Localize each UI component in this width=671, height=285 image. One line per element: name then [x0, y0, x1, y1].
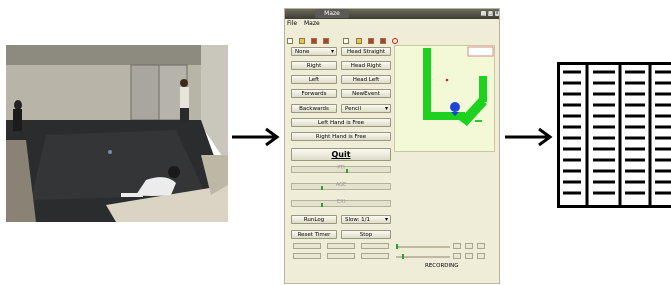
minimize-icon[interactable]: _: [481, 11, 486, 16]
maze-app-window: Maze _ □ x File Maze None Head Straight …: [284, 8, 500, 284]
menu-file[interactable]: File: [287, 20, 297, 27]
maze-drawing: [423, 46, 494, 126]
playback-slider[interactable]: [396, 254, 450, 259]
menubar: File Maze: [287, 20, 325, 28]
maze-wall: [423, 74, 431, 118]
new-file-icon[interactable]: [343, 38, 350, 44]
mode-select[interactable]: None: [291, 47, 337, 56]
toolbar: [287, 29, 399, 44]
window-title: Maze: [315, 9, 349, 18]
target-marker: [445, 78, 449, 82]
forwards-button[interactable]: Forwards: [291, 89, 337, 98]
pencil-select[interactable]: Pencil: [341, 104, 391, 113]
record-icon[interactable]: [391, 38, 398, 44]
recording-status: RECORDING: [425, 263, 459, 269]
playback-slider[interactable]: [396, 244, 450, 249]
save-icon[interactable]: [367, 38, 374, 44]
slider-thumb[interactable]: [321, 186, 324, 190]
head-right-button[interactable]: Head Right: [341, 61, 391, 70]
reset-timer-button[interactable]: Reset Timer: [291, 230, 337, 239]
slider-thumb[interactable]: [402, 254, 404, 259]
small-toggle[interactable]: [477, 253, 485, 259]
small-toggle[interactable]: [477, 243, 485, 249]
head-left-button[interactable]: Head Left: [341, 75, 391, 84]
slider-label: PTI: [337, 165, 345, 171]
slider-label: EXI: [336, 199, 346, 205]
open-folder-icon[interactable]: [355, 38, 362, 44]
arrow-right-icon: [505, 127, 553, 147]
new-event-button[interactable]: NewEvent: [341, 89, 391, 98]
small-toggle[interactable]: [453, 243, 461, 249]
pti-slider[interactable]: PTI: [291, 166, 391, 173]
counter-field[interactable]: [293, 243, 321, 249]
window-titlebar[interactable]: Maze _ □ x: [285, 9, 499, 19]
quit-button[interactable]: Quit: [291, 148, 391, 161]
counter-field[interactable]: [327, 243, 355, 249]
slider-label: AGE: [335, 182, 347, 188]
video-frame-photo: [6, 45, 228, 222]
small-toggle[interactable]: [453, 253, 461, 259]
stop-button[interactable]: Stop: [341, 230, 391, 239]
slider-thumb[interactable]: [396, 244, 398, 249]
counter-field[interactable]: [361, 243, 389, 249]
maximize-icon[interactable]: □: [488, 11, 493, 16]
agent-marker: [450, 102, 460, 112]
small-toggle[interactable]: [465, 253, 473, 259]
data-table-icon: [557, 62, 671, 208]
age-slider[interactable]: AGE: [291, 183, 391, 190]
counter-field[interactable]: [327, 253, 355, 259]
room-scene: [6, 45, 228, 222]
arrow-right-icon: [232, 127, 280, 147]
right-button[interactable]: Right: [291, 61, 337, 70]
right-hand-free-button[interactable]: Right Hand is Free: [291, 132, 391, 141]
save-as-icon[interactable]: [379, 38, 386, 44]
counter-field[interactable]: [293, 253, 321, 259]
maze-wall: [423, 112, 465, 120]
left-hand-free-button[interactable]: Left Hand is Free: [291, 118, 391, 127]
counter-field[interactable]: [361, 253, 389, 259]
backwards-button[interactable]: Backwards: [291, 104, 337, 113]
exi-slider[interactable]: EXI: [291, 200, 391, 207]
maze-wall: [423, 48, 431, 74]
open-folder-icon[interactable]: [299, 38, 306, 44]
runlog-button[interactable]: RunLog: [291, 215, 337, 224]
left-button[interactable]: Left: [291, 75, 337, 84]
menu-maze[interactable]: Maze: [304, 20, 320, 27]
save-as-icon[interactable]: [323, 38, 330, 44]
maze-wall: [479, 76, 487, 102]
new-file-icon[interactable]: [287, 38, 293, 44]
close-icon[interactable]: x: [495, 11, 499, 16]
start-zone: [467, 46, 494, 57]
small-toggle[interactable]: [465, 243, 473, 249]
maze-map-view[interactable]: [394, 45, 495, 152]
speed-select[interactable]: Slow: 1/1: [341, 215, 391, 224]
head-straight-button[interactable]: Head Straight: [341, 47, 391, 56]
slider-thumb[interactable]: [345, 169, 348, 173]
save-icon[interactable]: [311, 38, 318, 44]
slider-thumb[interactable]: [321, 203, 324, 207]
maze-wall: [475, 120, 482, 122]
